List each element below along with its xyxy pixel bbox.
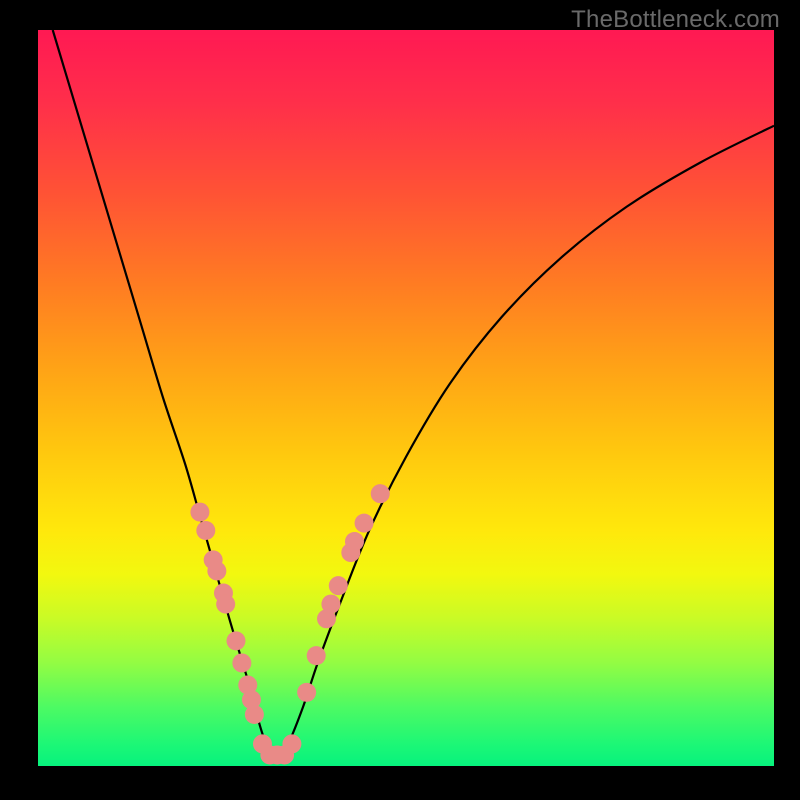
data-marker <box>371 484 390 503</box>
data-marker <box>232 653 251 672</box>
data-marker <box>196 521 215 540</box>
data-marker <box>321 595 340 614</box>
marker-group <box>190 484 389 764</box>
data-marker <box>216 595 235 614</box>
data-marker <box>207 561 226 580</box>
data-marker <box>345 532 364 551</box>
data-marker <box>245 705 264 724</box>
data-marker <box>307 646 326 665</box>
bottleneck-curve <box>53 30 774 756</box>
watermark-text: TheBottleneck.com <box>571 6 780 34</box>
data-marker <box>282 734 301 753</box>
data-marker <box>355 514 374 533</box>
data-marker <box>226 631 245 650</box>
plot-area <box>38 30 774 766</box>
data-marker <box>329 576 348 595</box>
data-marker <box>297 683 316 702</box>
chart-svg <box>38 30 774 766</box>
data-marker <box>190 503 209 522</box>
chart-frame: TheBottleneck.com <box>0 0 800 800</box>
